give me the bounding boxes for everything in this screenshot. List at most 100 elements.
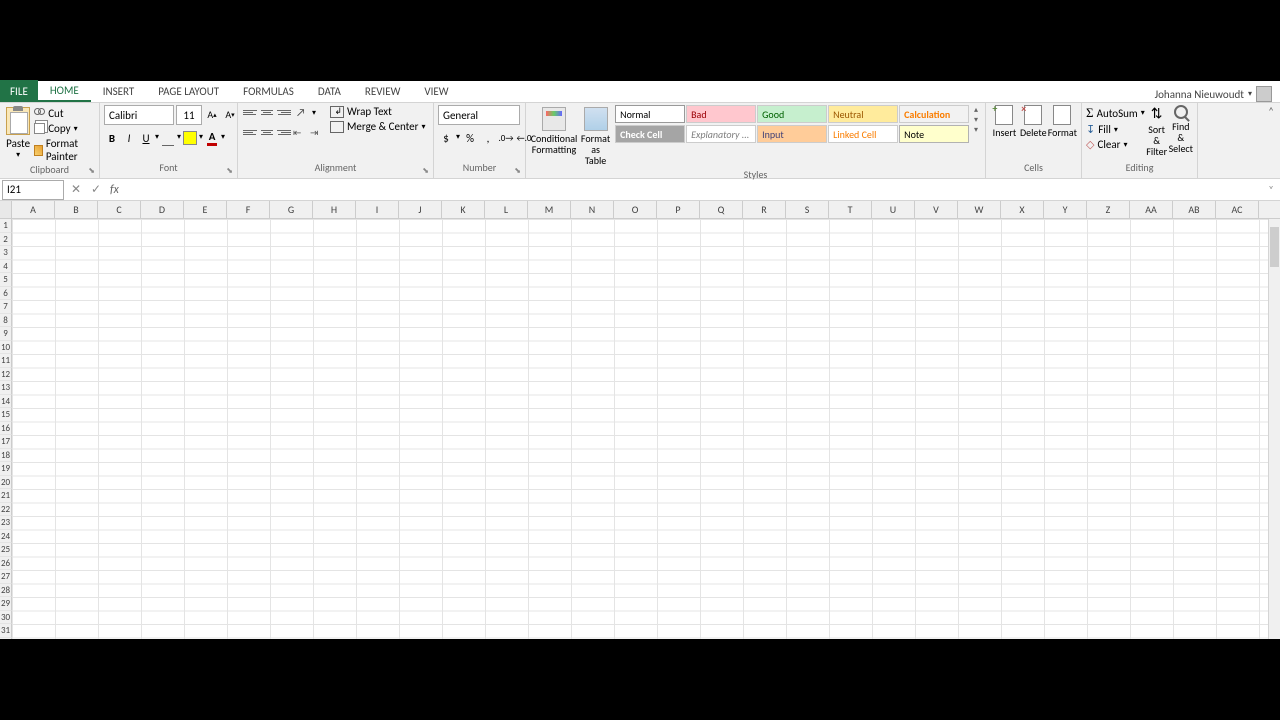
column-header[interactable]: U (872, 201, 915, 218)
row-header[interactable]: 9 (0, 327, 12, 341)
align-right-button[interactable] (276, 125, 292, 139)
column-header[interactable]: M (528, 201, 571, 218)
paste-button[interactable]: Paste ▾ (4, 105, 32, 162)
italic-button[interactable]: I (121, 129, 137, 147)
row-header[interactable]: 18 (0, 449, 12, 463)
row-header[interactable]: 30 (0, 611, 12, 625)
clear-button[interactable]: ◇Clear▾ (1086, 138, 1145, 151)
column-header[interactable]: W (958, 201, 1001, 218)
chevron-down-icon[interactable]: ▾ (456, 129, 460, 147)
column-header[interactable]: L (485, 201, 528, 218)
column-header[interactable]: X (1001, 201, 1044, 218)
user-dropdown-icon[interactable]: ▾ (1248, 89, 1252, 99)
column-header[interactable]: S (786, 201, 829, 218)
align-bottom-button[interactable] (276, 105, 292, 119)
column-header[interactable]: J (399, 201, 442, 218)
row-header[interactable]: 20 (0, 476, 12, 490)
column-header[interactable]: AB (1173, 201, 1216, 218)
orientation-button[interactable] (293, 105, 311, 121)
row-header[interactable]: 5 (0, 273, 12, 287)
format-cells-button[interactable]: Format (1048, 105, 1077, 138)
column-header[interactable]: F (227, 201, 270, 218)
fx-icon[interactable]: fx (106, 183, 123, 197)
clipboard-dialog-launcher-icon[interactable]: ⬊ (88, 166, 95, 176)
style-note[interactable]: Note (899, 125, 969, 143)
collapse-ribbon-icon[interactable]: ˄ (1268, 105, 1274, 118)
styles-gallery-scroll[interactable]: ▴ ▾ ▾ (971, 105, 981, 135)
alignment-dialog-launcher-icon[interactable]: ⬊ (422, 166, 429, 176)
align-center-button[interactable] (259, 125, 275, 139)
align-left-button[interactable] (242, 125, 258, 139)
row-header[interactable]: 28 (0, 584, 12, 598)
column-header[interactable]: A (12, 201, 55, 218)
column-header[interactable]: O (614, 201, 657, 218)
column-header[interactable]: AC (1216, 201, 1259, 218)
tab-formulas[interactable]: FORMULAS (231, 80, 306, 102)
increase-decimal-button[interactable]: .0→ (498, 129, 514, 147)
format-painter-button[interactable]: Format Painter (34, 137, 95, 163)
style-explanatory[interactable]: Explanatory ... (686, 125, 756, 143)
style-input[interactable]: Input (757, 125, 827, 143)
row-header[interactable]: 17 (0, 435, 12, 449)
row-header[interactable]: 21 (0, 489, 12, 503)
chevron-down-icon[interactable]: ▾ (312, 105, 316, 121)
style-neutral[interactable]: Neutral (828, 105, 898, 123)
enter-formula-button[interactable]: ✓ (86, 180, 106, 200)
column-header[interactable]: Q (700, 201, 743, 218)
cells-area[interactable] (12, 219, 1280, 639)
decrease-font-button[interactable]: A▾ (222, 105, 238, 123)
font-name-input[interactable] (104, 105, 174, 125)
row-header[interactable]: 27 (0, 570, 12, 584)
percent-format-button[interactable]: % (462, 129, 478, 147)
vertical-scrollbar[interactable] (1268, 219, 1280, 639)
row-header[interactable]: 1 (0, 219, 12, 233)
row-header[interactable]: 25 (0, 543, 12, 557)
row-header[interactable]: 13 (0, 381, 12, 395)
tab-home[interactable]: HOME (38, 80, 91, 102)
delete-cells-button[interactable]: Delete (1019, 105, 1048, 138)
merge-center-button[interactable]: Merge & Center▾ (330, 120, 426, 133)
column-header[interactable]: H (313, 201, 356, 218)
style-linked-cell[interactable]: Linked Cell (828, 125, 898, 143)
column-header[interactable]: P (657, 201, 700, 218)
font-size-input[interactable] (176, 105, 202, 125)
accounting-format-button[interactable]: $ (438, 129, 454, 147)
number-format-input[interactable] (438, 105, 520, 125)
font-dialog-launcher-icon[interactable]: ⬊ (226, 166, 233, 176)
user-name-label[interactable]: Johanna Nieuwoudt (1155, 88, 1244, 101)
row-header[interactable]: 15 (0, 408, 12, 422)
chevron-down-icon[interactable]: ▾ (199, 129, 203, 147)
underline-button[interactable]: U (138, 129, 154, 147)
cancel-formula-button[interactable]: ✕ (66, 180, 86, 200)
autosum-button[interactable]: ΣAutoSum▾ (1086, 105, 1145, 121)
column-header[interactable]: I (356, 201, 399, 218)
row-header[interactable]: 3 (0, 246, 12, 260)
column-header[interactable]: V (915, 201, 958, 218)
bold-button[interactable]: B (104, 129, 120, 147)
column-header[interactable]: G (270, 201, 313, 218)
row-header[interactable]: 22 (0, 503, 12, 517)
name-box-input[interactable] (2, 180, 64, 200)
increase-indent-button[interactable]: ⇥ (310, 125, 326, 139)
column-header[interactable]: T (829, 201, 872, 218)
row-header[interactable]: 2 (0, 233, 12, 247)
row-header[interactable]: 23 (0, 516, 12, 530)
style-check-cell[interactable]: Check Cell (615, 125, 685, 143)
expand-formula-bar-icon[interactable]: ˅ (1262, 183, 1280, 196)
column-header[interactable]: Z (1087, 201, 1130, 218)
scrollbar-thumb[interactable] (1270, 227, 1279, 267)
insert-cells-button[interactable]: Insert (990, 105, 1019, 138)
conditional-formatting-button[interactable]: Conditional Formatting (530, 105, 578, 157)
fill-color-button[interactable] (182, 129, 198, 147)
tab-page-layout[interactable]: PAGE LAYOUT (146, 80, 231, 102)
style-good[interactable]: Good (757, 105, 827, 123)
column-header[interactable]: N (571, 201, 614, 218)
row-header[interactable]: 19 (0, 462, 12, 476)
select-all-corner[interactable] (0, 201, 12, 218)
tab-insert[interactable]: INSERT (91, 80, 147, 102)
tab-view[interactable]: VIEW (412, 80, 460, 102)
column-header[interactable]: D (141, 201, 184, 218)
format-as-table-button[interactable]: Format as Table (578, 105, 613, 168)
row-header[interactable]: 11 (0, 354, 12, 368)
column-header[interactable]: AA (1130, 201, 1173, 218)
